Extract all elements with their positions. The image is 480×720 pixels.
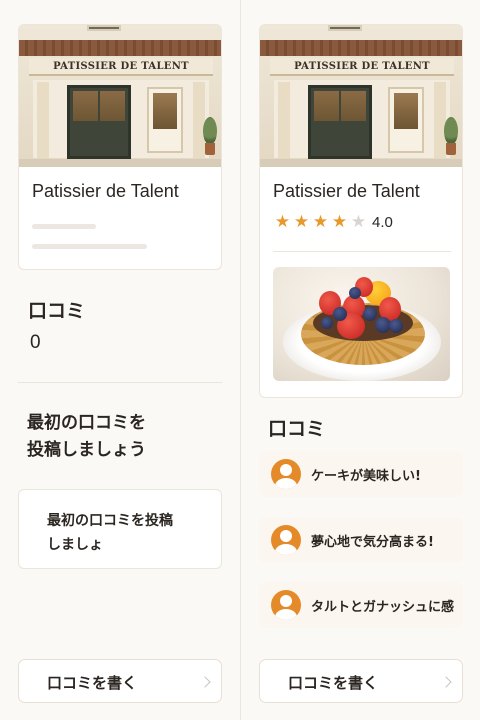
write-review-label: 口コミを書く	[288, 674, 379, 692]
write-review-button[interactable]: 口コミを書く	[18, 659, 222, 703]
star-rating: ★ ★ ★ ★ ★ 4.0	[273, 211, 393, 233]
shop-sign: PATISSIER DE TALENT	[270, 58, 454, 76]
shop-card[interactable]: PATISSIER DE TALENT Patissier de Talent	[18, 24, 222, 270]
divider	[18, 382, 222, 383]
review-item[interactable]: タルトとガナッシュに感	[259, 582, 463, 628]
storefront-image: PATISSIER DE TALENT	[260, 25, 462, 167]
review-text: 夢心地で気分高まる!	[311, 534, 434, 550]
star-filled-icon: ★	[274, 212, 291, 232]
review-item[interactable]: 夢心地で気分高まる!	[259, 517, 463, 563]
write-review-label: 口コミを書く	[47, 674, 138, 692]
fruit-tart-image	[273, 267, 450, 381]
post-first-review-text: 最初の口コミを投稿 しましょ	[47, 509, 207, 557]
user-avatar-icon	[271, 459, 301, 489]
loading-placeholder	[32, 244, 147, 249]
star-filled-icon: ★	[331, 212, 348, 232]
star-filled-icon: ★	[293, 212, 310, 232]
right-panel: PATISSIER DE TALENT Patissier de Talent …	[240, 0, 480, 720]
review-text: タルトとガナッシュに感	[311, 599, 455, 615]
shop-card[interactable]: PATISSIER DE TALENT Patissier de Talent …	[259, 24, 463, 398]
shop-name: Patissier de Talent	[273, 181, 420, 201]
review-item[interactable]: ケーキが美味しい!	[259, 451, 463, 497]
post-card-line: 最初の口コミを投稿	[47, 513, 173, 529]
loading-placeholder	[32, 224, 96, 229]
reviews-heading: 口コミ	[28, 300, 86, 322]
chevron-right-icon	[440, 676, 452, 688]
post-first-review-card[interactable]: 最初の口コミを投稿 しましょ	[18, 489, 222, 569]
divider	[273, 251, 451, 252]
review-text: ケーキが美味しい!	[311, 468, 421, 484]
chevron-right-icon	[199, 676, 211, 688]
empty-heading-line: 最初の口コミを	[27, 413, 146, 433]
reviews-heading: 口コミ	[268, 418, 326, 440]
left-panel: PATISSIER DE TALENT Patissier de Talent …	[0, 0, 240, 720]
star-filled-icon: ★	[312, 212, 329, 232]
empty-state-heading: 最初の口コミを 投稿しましょう	[27, 410, 217, 464]
shop-sign: PATISSIER DE TALENT	[29, 58, 213, 76]
shop-name: Patissier de Talent	[32, 181, 179, 201]
user-avatar-icon	[271, 525, 301, 555]
storefront-image: PATISSIER DE TALENT	[19, 25, 221, 167]
review-count: 0	[30, 332, 41, 353]
write-review-button[interactable]: 口コミを書く	[259, 659, 463, 703]
empty-heading-line: 投稿しましょう	[27, 440, 146, 460]
star-empty-icon: ★	[350, 212, 367, 232]
rating-value: 4.0	[372, 213, 393, 231]
user-avatar-icon	[271, 590, 301, 620]
post-card-line: しましょ	[47, 537, 103, 553]
